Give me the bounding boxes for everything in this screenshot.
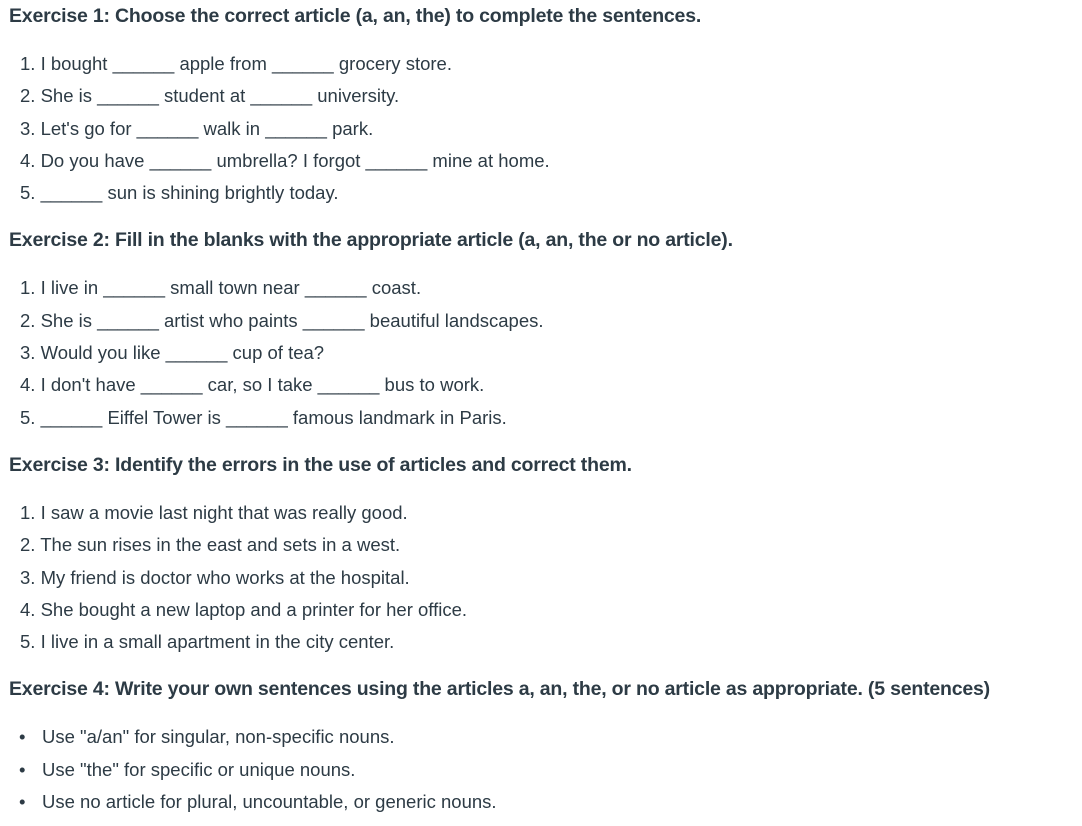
bullet-text: Use "the" for specific or unique nouns.	[42, 758, 356, 780]
list-item: 3. Let's go for ______ walk in ______ pa…	[20, 117, 374, 139]
list-item: 1. I saw a movie last night that was rea…	[20, 501, 408, 523]
exercise-heading: Exercise 2: Fill in the blanks with the …	[9, 229, 733, 252]
bullet-text: Use "a/an" for singular, non-specific no…	[42, 726, 395, 748]
list-item: 3. Would you like ______ cup of tea?	[20, 342, 325, 364]
list-item: 2. The sun rises in the east and sets in…	[20, 534, 401, 556]
exercise-heading: Exercise 1: Choose the correct article (…	[9, 5, 702, 27]
list-item: 1. I bought ______ apple from ______ gro…	[20, 53, 452, 74]
list-item: 5. I live in a small apartment in the ci…	[20, 631, 395, 653]
exercise-heading: Exercise 3: Identify the errors in the u…	[9, 453, 632, 476]
exercise-heading: Exercise 4: Write your own sentences usi…	[9, 678, 990, 701]
document: Exercise 1: Choose the correct article (…	[0, 0, 1082, 818]
exercise-list: 1. I live in ______ small town near ____…	[9, 272, 1082, 433]
list-item: 1. I live in ______ small town near ____…	[20, 277, 422, 299]
bullet-icon: •	[19, 791, 26, 813]
bullet-list: • Use "a/an" for singular, non-specific n…	[9, 721, 1082, 818]
exercise-list: 1. I bought ______ apple from ______ gro…	[9, 48, 1082, 209]
bullet-text: Use no article for plural, uncountable, …	[42, 791, 497, 813]
list-item: 3. My friend is doctor who works at the …	[20, 566, 410, 588]
exercise-list: 1. I saw a movie last night that was rea…	[9, 497, 1082, 658]
list-item: 5. ______ Eiffel Tower is ______ famous …	[20, 406, 507, 428]
list-item: 4. Do you have ______ umbrella? I forgot…	[20, 149, 550, 171]
exercise-4: Exercise 4: Write your own sentences usi…	[9, 673, 1082, 818]
list-item: 4. I don't have ______ car, so I take __…	[20, 374, 485, 396]
list-item: 4. She bought a new laptop and a printer…	[20, 598, 468, 620]
exercise-3: Exercise 3: Identify the errors in the u…	[9, 449, 1082, 658]
bullet-icon: •	[19, 758, 26, 780]
list-item: • Use no article for plural, uncountable,…	[9, 786, 1082, 818]
exercise-1: Exercise 1: Choose the correct article (…	[9, 0, 1082, 209]
list-item: 5. ______ sun is shining brightly today.	[20, 182, 339, 204]
bullet-icon: •	[19, 726, 26, 748]
list-item: • Use "the" for specific or unique nouns.	[9, 754, 1082, 786]
list-item: • Use "a/an" for singular, non-specific n…	[9, 721, 1082, 753]
list-item: 2. She is ______ artist who paints _____…	[20, 309, 544, 331]
list-item: 2. She is ______ student at ______ unive…	[20, 85, 400, 107]
exercise-2: Exercise 2: Fill in the blanks with the …	[9, 224, 1082, 433]
